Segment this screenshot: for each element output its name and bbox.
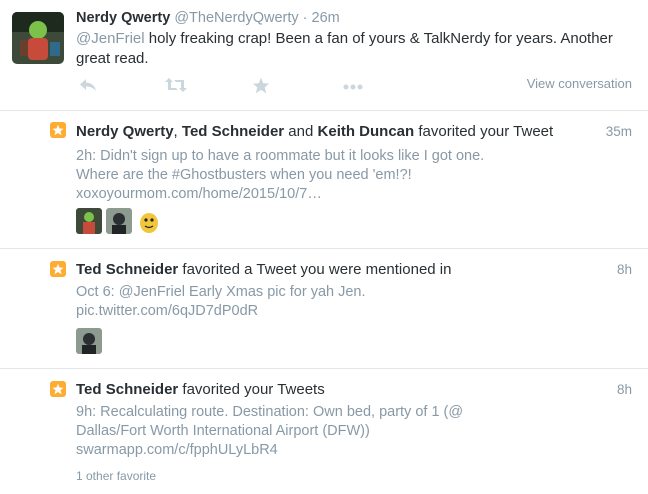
mention-link[interactable]: @JenFriel xyxy=(119,284,185,300)
favoriters-avatars xyxy=(76,208,166,234)
avatar[interactable] xyxy=(12,12,64,64)
avatar[interactable] xyxy=(106,208,132,234)
more-icon[interactable] xyxy=(342,79,364,99)
notification-time: 8h xyxy=(616,382,632,397)
view-conversation-link[interactable]: View conversation xyxy=(527,76,632,91)
tweet-item[interactable]: Nerdy Qwerty @TheNerdyQwerty · 26m @JenF… xyxy=(0,0,648,111)
mention-link[interactable]: @JenFriel xyxy=(76,30,145,47)
preview-line: Oct 6: @JenFriel Early Xmas pic for yah … xyxy=(76,283,596,302)
notification-time: 8h xyxy=(616,262,632,277)
tweet-body: holy freaking crap! Been a fan of yours … xyxy=(76,30,613,67)
preview-line: 9h: Recalculating route. Destination: Ow… xyxy=(76,404,464,420)
avatar[interactable] xyxy=(136,208,162,234)
user-link[interactable]: Ted Schneider xyxy=(76,381,178,398)
preview-text: Early Xmas pic for yah Jen. xyxy=(185,284,366,300)
retweet-icon[interactable] xyxy=(164,77,187,97)
separator: , xyxy=(173,123,182,140)
preview-link[interactable]: swarmapp.com/c/fpphULyLbR4 xyxy=(76,441,596,460)
preview-link[interactable]: pic.twitter.com/6qJD7dP0dR xyxy=(76,302,596,321)
notification-header: Ted Schneider favorited your Tweets xyxy=(76,381,325,398)
avatar[interactable] xyxy=(76,208,102,234)
notification-time: 35m xyxy=(605,124,632,139)
hashtag-link[interactable]: #Ghostbusters xyxy=(172,167,266,183)
tweet-preview[interactable]: 2h: Didn't sign up to have a roommate bu… xyxy=(76,147,596,204)
author-handle[interactable]: @TheNerdyQwerty xyxy=(174,10,298,26)
favorite-star-icon xyxy=(50,381,66,397)
favoriters-avatars xyxy=(76,328,106,354)
notification-item[interactable]: Ted Schneider favorited a Tweet you were… xyxy=(0,249,648,369)
preview-link[interactable]: xoxoyourmom.com/home/2015/10/7… xyxy=(76,185,596,204)
notification-header: Nerdy Qwerty, Ted Schneider and Keith Du… xyxy=(76,123,553,140)
user-link[interactable]: Keith Duncan xyxy=(318,123,415,140)
notification-action: favorited your Tweet xyxy=(414,123,554,140)
favorite-star-icon xyxy=(50,122,66,138)
preview-text: when you need 'em!?! xyxy=(266,167,412,183)
user-link[interactable]: Ted Schneider xyxy=(76,261,178,278)
notification-action: favorited a Tweet you were mentioned in xyxy=(178,261,452,278)
favorite-icon[interactable] xyxy=(252,77,274,97)
tweet-preview[interactable]: Oct 6: @JenFriel Early Xmas pic for yah … xyxy=(76,283,596,321)
separator: · xyxy=(302,10,308,26)
preview-text: Oct 6: xyxy=(76,284,119,300)
tweet-header: Nerdy Qwerty @TheNerdyQwerty · 26m xyxy=(76,10,340,26)
preview-line: Dallas/Fort Worth International Airport … xyxy=(76,423,370,439)
separator: and xyxy=(284,123,318,140)
preview-text: Where are the xyxy=(76,167,172,183)
tweet-time[interactable]: 26m xyxy=(312,10,340,26)
avatar[interactable] xyxy=(76,328,102,354)
user-link[interactable]: Ted Schneider xyxy=(182,123,284,140)
author-name[interactable]: Nerdy Qwerty xyxy=(76,10,170,26)
notification-item[interactable]: Nerdy Qwerty, Ted Schneider and Keith Du… xyxy=(0,110,648,249)
user-link[interactable]: Nerdy Qwerty xyxy=(76,123,174,140)
favorite-star-icon xyxy=(50,261,66,277)
notification-action: favorited your Tweets xyxy=(178,381,325,398)
preview-line: 2h: Didn't sign up to have a roommate bu… xyxy=(76,148,485,164)
tweet-preview[interactable]: 9h: Recalculating route. Destination: Ow… xyxy=(76,403,596,460)
other-favorite-link[interactable]: 1 other favorite xyxy=(76,469,156,483)
avatar-image xyxy=(12,12,64,64)
tweet-text: @JenFriel holy freaking crap! Been a fan… xyxy=(76,29,636,69)
notification-header: Ted Schneider favorited a Tweet you were… xyxy=(76,261,451,278)
reply-icon[interactable] xyxy=(78,77,100,97)
notification-item[interactable]: Ted Schneider favorited your Tweets 8h 9… xyxy=(0,369,648,494)
preview-line: Where are the #Ghostbusters when you nee… xyxy=(76,166,596,185)
